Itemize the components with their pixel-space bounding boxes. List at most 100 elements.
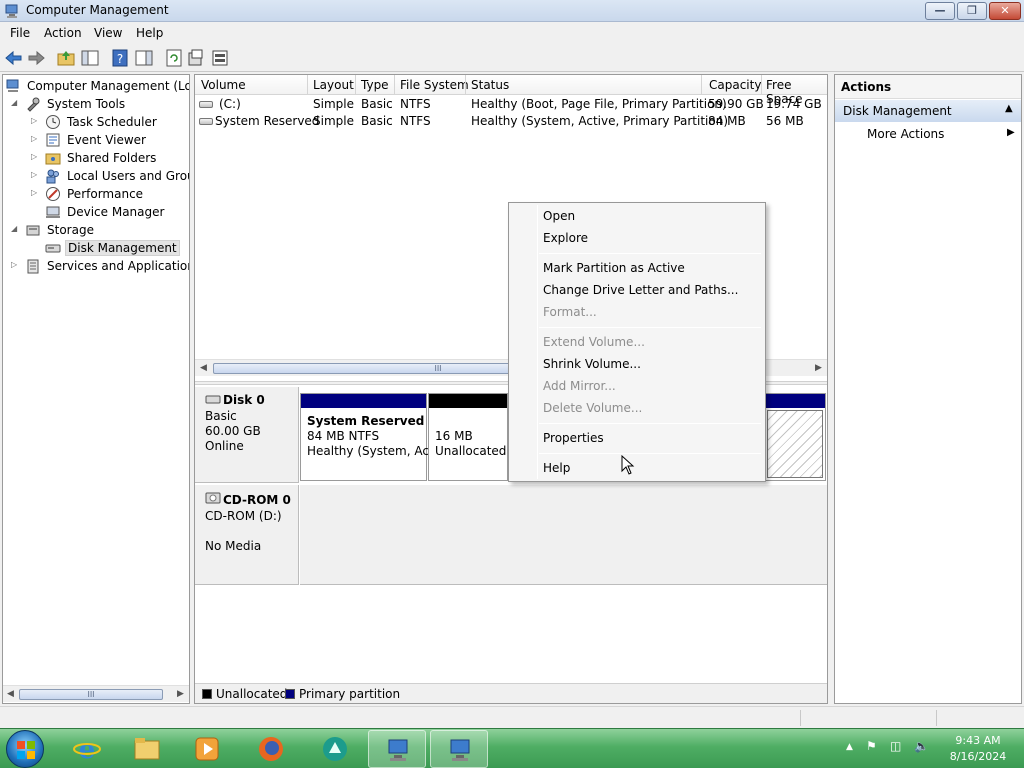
restore-button[interactable]: ❐	[957, 2, 987, 20]
expand-icon[interactable]: ▷	[31, 134, 41, 144]
volume-row[interactable]: System Reserved Simple Basic NTFS Health…	[195, 113, 827, 130]
up-folder-icon[interactable]	[56, 48, 76, 68]
status-bar	[0, 706, 1024, 728]
drive-icon	[199, 118, 213, 125]
legend-primary-swatch	[285, 689, 295, 699]
close-button[interactable]: ✕	[989, 2, 1021, 20]
menu-item-extend-volume: Extend Volume...	[543, 335, 645, 349]
expand-icon[interactable]: ▷	[31, 116, 41, 126]
partition-system-reserved[interactable]: System Reserved 84 MB NTFS Healthy (Syst…	[300, 393, 437, 481]
firefox-icon	[259, 737, 283, 761]
actions-group-disk-management[interactable]: Disk Management ▲	[835, 100, 1021, 122]
menu-item-help[interactable]: Help	[543, 461, 570, 475]
scroll-thumb[interactable]: III	[19, 689, 163, 700]
scroll-left-icon[interactable]: ◀	[200, 363, 207, 373]
tree-label: System Tools	[47, 97, 126, 111]
console-tree[interactable]: Computer Management (Local ◢ System Tool…	[2, 74, 190, 704]
svg-text:e: e	[79, 735, 96, 763]
refresh-icon[interactable]	[164, 48, 184, 68]
system-clock[interactable]: 9:43 AM 8/16/2024	[942, 733, 1014, 765]
device-manager-icon	[46, 206, 60, 218]
column-header-capacity[interactable]: Capacity	[709, 78, 761, 92]
title-bar: Computer Management — ❐ ✕	[0, 0, 1024, 22]
menu-item-explore[interactable]: Explore	[543, 231, 588, 245]
menu-item-mark-active[interactable]: Mark Partition as Active	[543, 261, 685, 275]
windows-logo-icon	[17, 741, 35, 759]
expand-icon[interactable]: ▷	[31, 170, 41, 180]
action-center-flag-icon[interactable]: ⚑	[866, 739, 877, 753]
tools-icon	[27, 97, 40, 112]
menu-item-format: Format...	[543, 305, 597, 319]
taskbar-computer-management-1[interactable]	[368, 730, 426, 768]
cdrom-0-info[interactable]: CD-ROM 0 CD-ROM (D:) No Media	[195, 485, 299, 585]
cdrom-0-area	[300, 485, 827, 585]
column-header-type[interactable]: Type	[361, 78, 389, 92]
tree-horizontal-scrollbar[interactable]: ◀ III ▶	[3, 685, 189, 702]
tree-label: Disk Management	[65, 240, 180, 256]
taskbar-media-player[interactable]	[178, 730, 236, 768]
tree-label: Local Users and Groups	[67, 169, 189, 183]
taskbar-app[interactable]	[306, 730, 364, 768]
back-arrow-icon[interactable]	[4, 48, 24, 68]
taskbar-file-explorer[interactable]	[118, 730, 176, 768]
services-icon	[27, 259, 39, 274]
network-icon[interactable]: ◫	[890, 739, 901, 753]
help-icon[interactable]: ?	[110, 48, 130, 68]
show-hidden-icons-icon[interactable]: ▲	[846, 742, 853, 752]
menu-file[interactable]: File	[10, 26, 30, 40]
menu-item-open[interactable]: Open	[543, 209, 575, 223]
event-viewer-icon	[46, 133, 60, 147]
disk-0-info[interactable]: Disk 0 Basic 60.00 GB Online	[195, 387, 299, 483]
show-hide-tree-icon[interactable]	[80, 48, 100, 68]
taskbar-firefox[interactable]	[242, 730, 300, 768]
unallocated-bar	[429, 394, 507, 408]
start-button[interactable]	[6, 730, 44, 768]
collapse-icon[interactable]: ◢	[11, 98, 21, 108]
menu-item-shrink-volume[interactable]: Shrink Volume...	[543, 357, 641, 371]
internet-explorer-icon: e	[73, 735, 101, 763]
legend-unallocated-swatch	[202, 689, 212, 699]
column-header-file-system[interactable]: File System	[400, 78, 469, 92]
show-hide-action-pane-icon[interactable]	[134, 48, 154, 68]
taskbar-internet-explorer[interactable]: e	[58, 730, 116, 768]
app-icon	[323, 737, 347, 761]
minimize-button[interactable]: —	[925, 2, 955, 20]
column-header-status[interactable]: Status	[471, 78, 509, 92]
users-icon	[46, 169, 59, 184]
menu-item-change-drive-letter[interactable]: Change Drive Letter and Paths...	[543, 283, 738, 297]
menu-item-add-mirror: Add Mirror...	[543, 379, 616, 393]
context-menu: Open Explore Mark Partition as Active Ch…	[508, 202, 766, 482]
legend: Unallocated Primary partition	[195, 683, 827, 703]
column-header-volume[interactable]: Volume	[201, 78, 246, 92]
primary-partition-bar	[301, 394, 426, 408]
properties-icon[interactable]	[186, 48, 206, 68]
menu-help[interactable]: Help	[136, 26, 163, 40]
menu-bar: File Action View Help	[0, 22, 1024, 44]
expand-icon[interactable]: ▷	[11, 260, 21, 270]
tree-label: Device Manager	[67, 205, 165, 219]
volume-row[interactable]: (C:) Simple Basic NTFS Healthy (Boot, Pa…	[195, 96, 827, 113]
scroll-left-icon[interactable]: ◀	[7, 689, 14, 699]
window-title: Computer Management	[26, 3, 169, 17]
forward-arrow-icon[interactable]	[26, 48, 46, 68]
taskbar-computer-management-2[interactable]	[430, 730, 488, 768]
menu-action[interactable]: Action	[44, 26, 82, 40]
menu-view[interactable]: View	[94, 26, 122, 40]
menu-item-properties[interactable]: Properties	[543, 431, 604, 445]
scroll-right-icon[interactable]: ▶	[815, 363, 822, 373]
expand-icon[interactable]: ▷	[31, 188, 41, 198]
clock-icon	[46, 115, 60, 129]
toolbar: ?	[0, 44, 1024, 72]
partition-unallocated[interactable]: 16 MB Unallocated	[428, 393, 508, 481]
menu-item-delete-volume: Delete Volume...	[543, 401, 643, 415]
more-actions-link[interactable]: More Actions	[867, 127, 944, 141]
volume-muted-icon[interactable]: 🔈	[914, 739, 929, 753]
computer-management-icon	[5, 4, 18, 18]
disk-list-icon[interactable]	[210, 48, 230, 68]
collapse-up-icon[interactable]: ▲	[1005, 103, 1013, 114]
expand-icon[interactable]: ▷	[31, 152, 41, 162]
media-player-icon	[195, 737, 219, 761]
scroll-right-icon[interactable]: ▶	[177, 689, 184, 699]
collapse-icon[interactable]: ◢	[11, 224, 21, 234]
column-header-layout[interactable]: Layout	[313, 78, 354, 92]
